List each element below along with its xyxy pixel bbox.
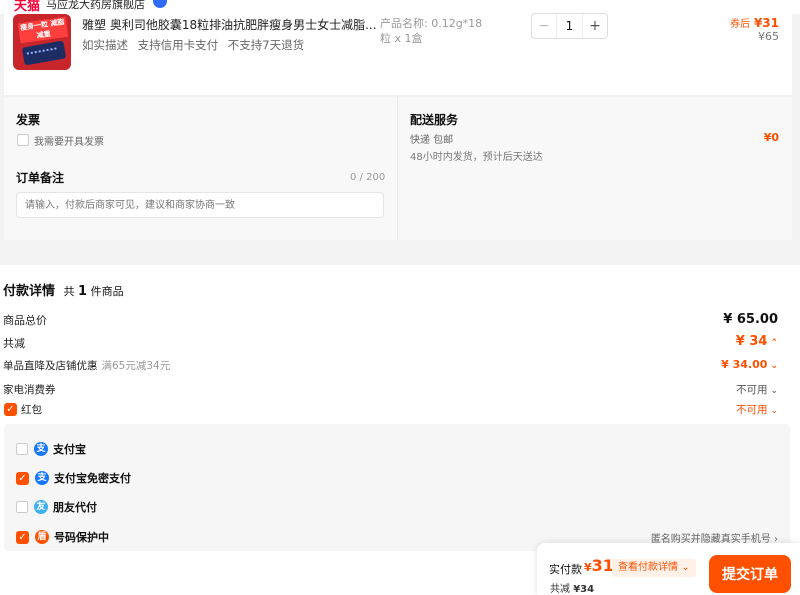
footer-reduction-label: 共减	[550, 584, 570, 595]
red-packet-status: 不可用	[735, 404, 768, 416]
method-checkbox[interactable]: ✓	[16, 471, 29, 485]
product-spec-unit: 粒 x 1盒	[380, 32, 423, 45]
friend-icon: 友	[34, 500, 48, 514]
shop-header: 天猫 马应龙大药房旗舰店	[0, 0, 800, 14]
total-reduction-label: 共减	[3, 337, 25, 350]
quantity-value[interactable]: 1	[556, 14, 583, 38]
direct-discount-rule: 满65元减34元	[101, 360, 171, 372]
after-coupon-value: ¥31	[753, 16, 779, 30]
product-spec-name: 产品名称: 0.12g*18	[380, 17, 483, 30]
alipay-icon: 支	[34, 442, 48, 456]
tmall-logo: 天猫	[14, 0, 41, 14]
method-alipay[interactable]: 支 支付宝	[16, 441, 86, 457]
quantity-stepper: − 1 +	[531, 13, 608, 39]
order-options-panel	[4, 97, 792, 240]
method-label: 支付宝	[53, 443, 86, 456]
direct-discount-title: 单品直降及店铺优惠	[3, 360, 98, 372]
method-label: 号码保护中	[54, 531, 109, 544]
red-packet-label: 红包	[21, 404, 42, 416]
product-title[interactable]: 雅塑 奥利司他胶囊18粒排油抗肥胖瘦身男士女士减脂...	[82, 16, 377, 33]
view-payment-details-text: 查看付款详情	[618, 562, 678, 573]
method-friend-pay[interactable]: 友 朋友代付	[16, 499, 97, 515]
total-price-value: ¥ 65.00	[723, 312, 778, 327]
chevron-down-icon: ⌄	[681, 562, 690, 573]
appliance-coupon-status: 不可用	[735, 384, 768, 396]
delivery-heading: 配送服务	[410, 113, 459, 127]
chevron-down-icon: ⌄	[770, 406, 778, 416]
item-count-suffix: 件商品	[90, 285, 124, 298]
order-note-input[interactable]	[16, 192, 384, 218]
appliance-coupon-label: 家电消费券	[3, 384, 56, 396]
delivery-type: 快递 包邮	[410, 135, 454, 146]
appliance-coupon-value[interactable]: 不可用 ⌄	[736, 382, 778, 397]
invoice-checkbox-label[interactable]: 我需要开具发票	[34, 133, 104, 148]
chevron-down-icon: ⌄	[770, 361, 778, 371]
payment-heading-title: 付款详情	[3, 284, 56, 299]
invoice-heading: 发票	[16, 113, 41, 127]
divider	[397, 97, 398, 240]
verified-badge-icon	[153, 0, 167, 8]
payment-heading: 付款详情 共 1 件商品	[3, 280, 124, 299]
item-count-prefix: 共	[63, 285, 75, 298]
chevron-down-icon: ⌄	[770, 386, 778, 396]
actual-pay-currency: ¥	[584, 561, 592, 574]
thumbnail-banner: 瘦身一粒 减脂减重	[17, 16, 69, 44]
method-checkbox[interactable]: ✓	[16, 530, 29, 544]
product-thumbnail[interactable]: 瘦身一粒 减脂减重	[13, 14, 71, 70]
item-count-value: 1	[78, 284, 88, 299]
after-coupon-price: 券后 ¥31	[730, 15, 779, 30]
chevron-up-icon: ⌃	[770, 338, 778, 348]
total-reduction-amount: ¥ 34	[735, 334, 768, 349]
method-checkbox[interactable]	[16, 443, 28, 455]
view-payment-details-link[interactable]: 查看付款详情 ⌄	[612, 559, 696, 577]
alipay-icon: 支	[35, 471, 49, 485]
total-price-label: 商品总价	[3, 314, 47, 327]
red-packet-value[interactable]: 不可用 ⌄	[736, 402, 778, 417]
item-count: 共 1 件商品	[63, 284, 124, 299]
footer-reduction: 共减 ¥34	[550, 580, 594, 595]
delivery-description: 48小时内发货，预计后天送达	[410, 152, 543, 163]
shield-icon: 盾	[35, 530, 49, 544]
method-alipay-nopwd[interactable]: ✓ 支 支付宝免密支付	[16, 470, 131, 486]
direct-discount-label: 单品直降及店铺优惠 满65元减34元	[3, 358, 170, 373]
increase-button[interactable]: +	[583, 14, 607, 38]
method-checkbox[interactable]	[16, 501, 28, 513]
shop-name[interactable]: 马应龙大药房旗舰店	[46, 0, 145, 12]
submit-order-button[interactable]: 提交订单	[709, 555, 791, 593]
product-tags: 如实描述 支持信用卡支付 不支持7天退货	[82, 38, 305, 52]
order-note-heading: 订单备注	[16, 171, 65, 185]
actual-pay-amount: 31	[591, 556, 614, 575]
order-note-counter: 0 / 200	[350, 172, 386, 183]
method-number-protection[interactable]: ✓ 盾 号码保护中	[16, 529, 109, 545]
total-reduction-value[interactable]: ¥ 34 ⌃	[736, 334, 778, 349]
actual-pay-label: 实付款	[549, 563, 582, 576]
original-price: ¥65	[758, 30, 779, 43]
actual-pay-value: ¥31	[584, 556, 614, 575]
method-label: 朋友代付	[53, 501, 97, 514]
after-coupon-label: 券后	[730, 19, 751, 30]
direct-discount-amount: ¥ 34.00	[721, 358, 768, 371]
decrease-button[interactable]: −	[532, 14, 556, 38]
invoice-checkbox[interactable]	[17, 134, 29, 146]
red-packet-checkbox[interactable]: ✓	[4, 403, 17, 416]
delivery-fee: ¥0	[763, 131, 779, 144]
footer-reduction-value: ¥34	[573, 584, 595, 595]
method-label: 支付宝免密支付	[54, 472, 131, 485]
direct-discount-value[interactable]: ¥ 34.00 ⌄	[721, 358, 778, 371]
